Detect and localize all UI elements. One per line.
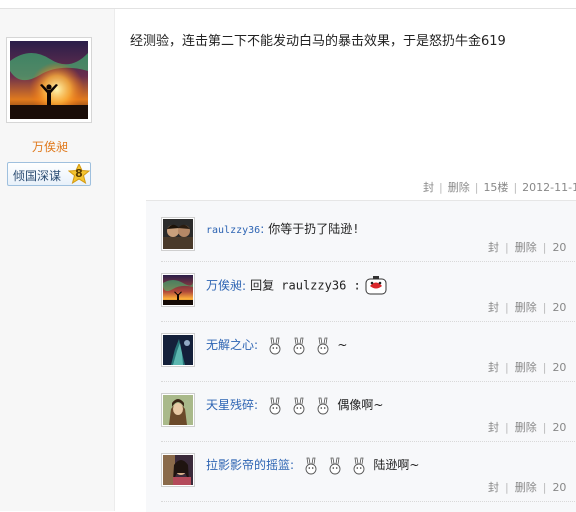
rabbit-emoticon-icon — [302, 457, 319, 475]
rabbit-emoticon-icon — [326, 457, 343, 475]
reply-colon: : — [254, 398, 259, 412]
reply-colon: : — [260, 222, 265, 236]
rabbit-emoticon-icon — [314, 337, 331, 355]
delete-link[interactable]: 删除 — [515, 421, 537, 434]
block-link[interactable]: 封 — [488, 301, 499, 314]
reply-actions: 封 | 删除 | 20 — [488, 479, 566, 495]
reply-actions: 封 | 删除 | 20 — [488, 239, 566, 255]
reply-text: 回复 raulzzy36 : — [250, 278, 361, 293]
floor-number: 15楼 — [483, 181, 509, 194]
separator: | — [505, 481, 509, 494]
reply-colon: : — [242, 278, 247, 293]
block-link[interactable]: 封 — [423, 181, 434, 194]
delete-link[interactable]: 删除 — [515, 241, 537, 254]
block-link[interactable]: 封 — [488, 241, 499, 254]
reply-line: 拉影影帝的摇篮: 陆逊啊~ — [206, 456, 419, 475]
reply-actions: 封 | 删除 | 20 — [488, 359, 566, 375]
separator: | — [542, 361, 547, 374]
reply-divider — [161, 441, 576, 442]
reply-avatar[interactable] — [161, 453, 195, 487]
rabbit-emoticon-icon — [290, 337, 307, 355]
reply-date: 20 — [552, 241, 567, 254]
rabbit-emoticon-icon — [350, 457, 367, 475]
post-actions: 封 | 删除 | 15楼 | 2012-11-1 — [423, 179, 576, 195]
separator: | — [542, 421, 547, 434]
reply-line: raulzzy36: 你等于扔了陆逊! — [206, 220, 359, 237]
reply-author[interactable]: raulzzy36 — [206, 225, 260, 236]
face-emoticon-icon — [365, 276, 387, 296]
reply-divider — [161, 381, 576, 382]
delete-link[interactable]: 删除 — [448, 181, 470, 194]
reply-date: 20 — [552, 301, 567, 314]
reply-date: 20 — [552, 421, 567, 434]
author-sidebar: 万俟昶 倾国深谋 8 — [0, 9, 115, 511]
reply-text: 你等于扔了陆逊! — [268, 222, 360, 236]
delete-link[interactable]: 删除 — [515, 481, 537, 494]
rabbit-emoticon-icon — [314, 397, 331, 415]
reply-avatar[interactable] — [161, 333, 195, 367]
reply-author[interactable]: 天星残碎 — [206, 398, 254, 412]
reply-actions: 封 | 删除 | 20 — [488, 299, 566, 315]
post-content: 经测验，连击第二下不能发动白马的暴击效果，于是怒扔牛金619 — [130, 34, 506, 49]
reply-avatar[interactable] — [161, 393, 195, 427]
separator: | — [505, 361, 509, 374]
reply-avatar[interactable] — [161, 273, 195, 307]
separator: | — [542, 301, 547, 314]
reply-text: 偶像啊~ — [337, 398, 384, 412]
block-link[interactable]: 封 — [488, 421, 499, 434]
rabbit-emoticon-icon — [266, 397, 283, 415]
rabbit-emoticon-icon — [290, 397, 307, 415]
reply-date: 20 — [552, 361, 567, 374]
avatar-image — [10, 41, 88, 119]
reply-actions: 封 | 删除 | 20 — [488, 419, 566, 435]
separator: | — [513, 181, 518, 194]
reply-line: 天星残碎: 偶像啊~ — [206, 396, 383, 415]
separator: | — [439, 181, 443, 194]
rabbit-emoticon-icon — [266, 337, 283, 355]
post-date: 2012-11-1 — [522, 181, 576, 194]
separator: | — [474, 181, 479, 194]
block-link[interactable]: 封 — [488, 361, 499, 374]
reply-text: ~ — [337, 338, 348, 352]
block-link[interactable]: 封 — [488, 481, 499, 494]
author-name[interactable]: 万俟昶 — [0, 138, 100, 155]
separator: | — [505, 241, 509, 254]
separator: | — [542, 241, 547, 254]
reply-colon: : — [254, 338, 259, 352]
badge-level-number: 8 — [75, 167, 83, 180]
badge-level-star-icon: 8 — [67, 162, 91, 185]
delete-link[interactable]: 删除 — [515, 361, 537, 374]
reply-divider — [161, 501, 576, 502]
reply-author[interactable]: 无解之心 — [206, 338, 254, 352]
reply-author[interactable]: 拉影影帝的摇篮 — [206, 458, 290, 472]
reply-list: raulzzy36: 你等于扔了陆逊! 封 | 删除 | 20 万俟昶: 回复 raulzz… — [146, 200, 576, 512]
top-border — [0, 0, 576, 9]
reply-divider — [161, 261, 576, 262]
member-badge[interactable]: 倾国深谋 8 — [7, 162, 91, 186]
reply-text: 陆逊啊~ — [373, 458, 420, 472]
delete-link[interactable]: 删除 — [515, 301, 537, 314]
separator: | — [505, 421, 509, 434]
badge-label: 倾国深谋 — [13, 169, 62, 183]
author-avatar[interactable] — [6, 37, 92, 123]
reply-author[interactable]: 万俟昶 — [206, 279, 242, 293]
reply-date: 20 — [552, 481, 567, 494]
reply-colon: : — [290, 458, 295, 472]
reply-divider — [161, 321, 576, 322]
reply-line: 无解之心: ~ — [206, 336, 347, 355]
reply-avatar[interactable] — [161, 217, 195, 251]
separator: | — [542, 481, 547, 494]
reply-line: 万俟昶: 回复 raulzzy36 : — [206, 276, 387, 296]
separator: | — [505, 301, 509, 314]
